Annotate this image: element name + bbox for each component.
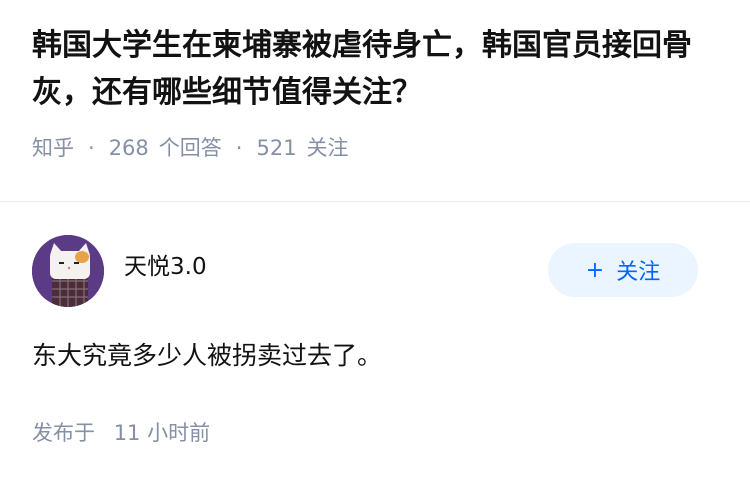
follow-button[interactable]: + 关注 — [548, 243, 698, 297]
answer-author-bar: 天悦3.0 + 关注 — [32, 235, 718, 307]
answer-timestamp: 发布于 11 小时前 — [32, 419, 210, 447]
meta-separator: · — [235, 136, 243, 160]
author-name[interactable]: 天悦3.0 — [124, 251, 207, 283]
answer-count[interactable]: 268 — [109, 134, 149, 162]
answer-count-label[interactable]: 个回答 — [159, 134, 222, 162]
answer-content[interactable]: 东大究竟多少人被拐卖过去了。 — [32, 336, 382, 376]
plus-icon: + — [585, 257, 605, 283]
source-label: 知乎 — [32, 136, 74, 160]
published-time: 11 小时前 — [113, 421, 211, 445]
cat-avatar-icon[interactable] — [32, 235, 104, 307]
question-header: 韩国大学生在柬埔寨被虐待身亡，韩国官员接回骨灰，还有哪些细节值得关注？ 知乎 ·… — [32, 22, 722, 162]
question-meta: 知乎 · 268 个回答 · 521 关注 — [32, 134, 722, 162]
follower-count[interactable]: 521 — [256, 134, 296, 162]
follower-count-label[interactable]: 关注 — [307, 134, 349, 162]
section-divider — [0, 201, 750, 202]
avatar-image — [32, 235, 104, 307]
question-title[interactable]: 韩国大学生在柬埔寨被虐待身亡，韩国官员接回骨灰，还有哪些细节值得关注？ — [32, 22, 722, 116]
meta-separator: · — [88, 136, 95, 160]
published-label: 发布于 — [32, 421, 95, 445]
follow-button-label: 关注 — [616, 260, 661, 285]
